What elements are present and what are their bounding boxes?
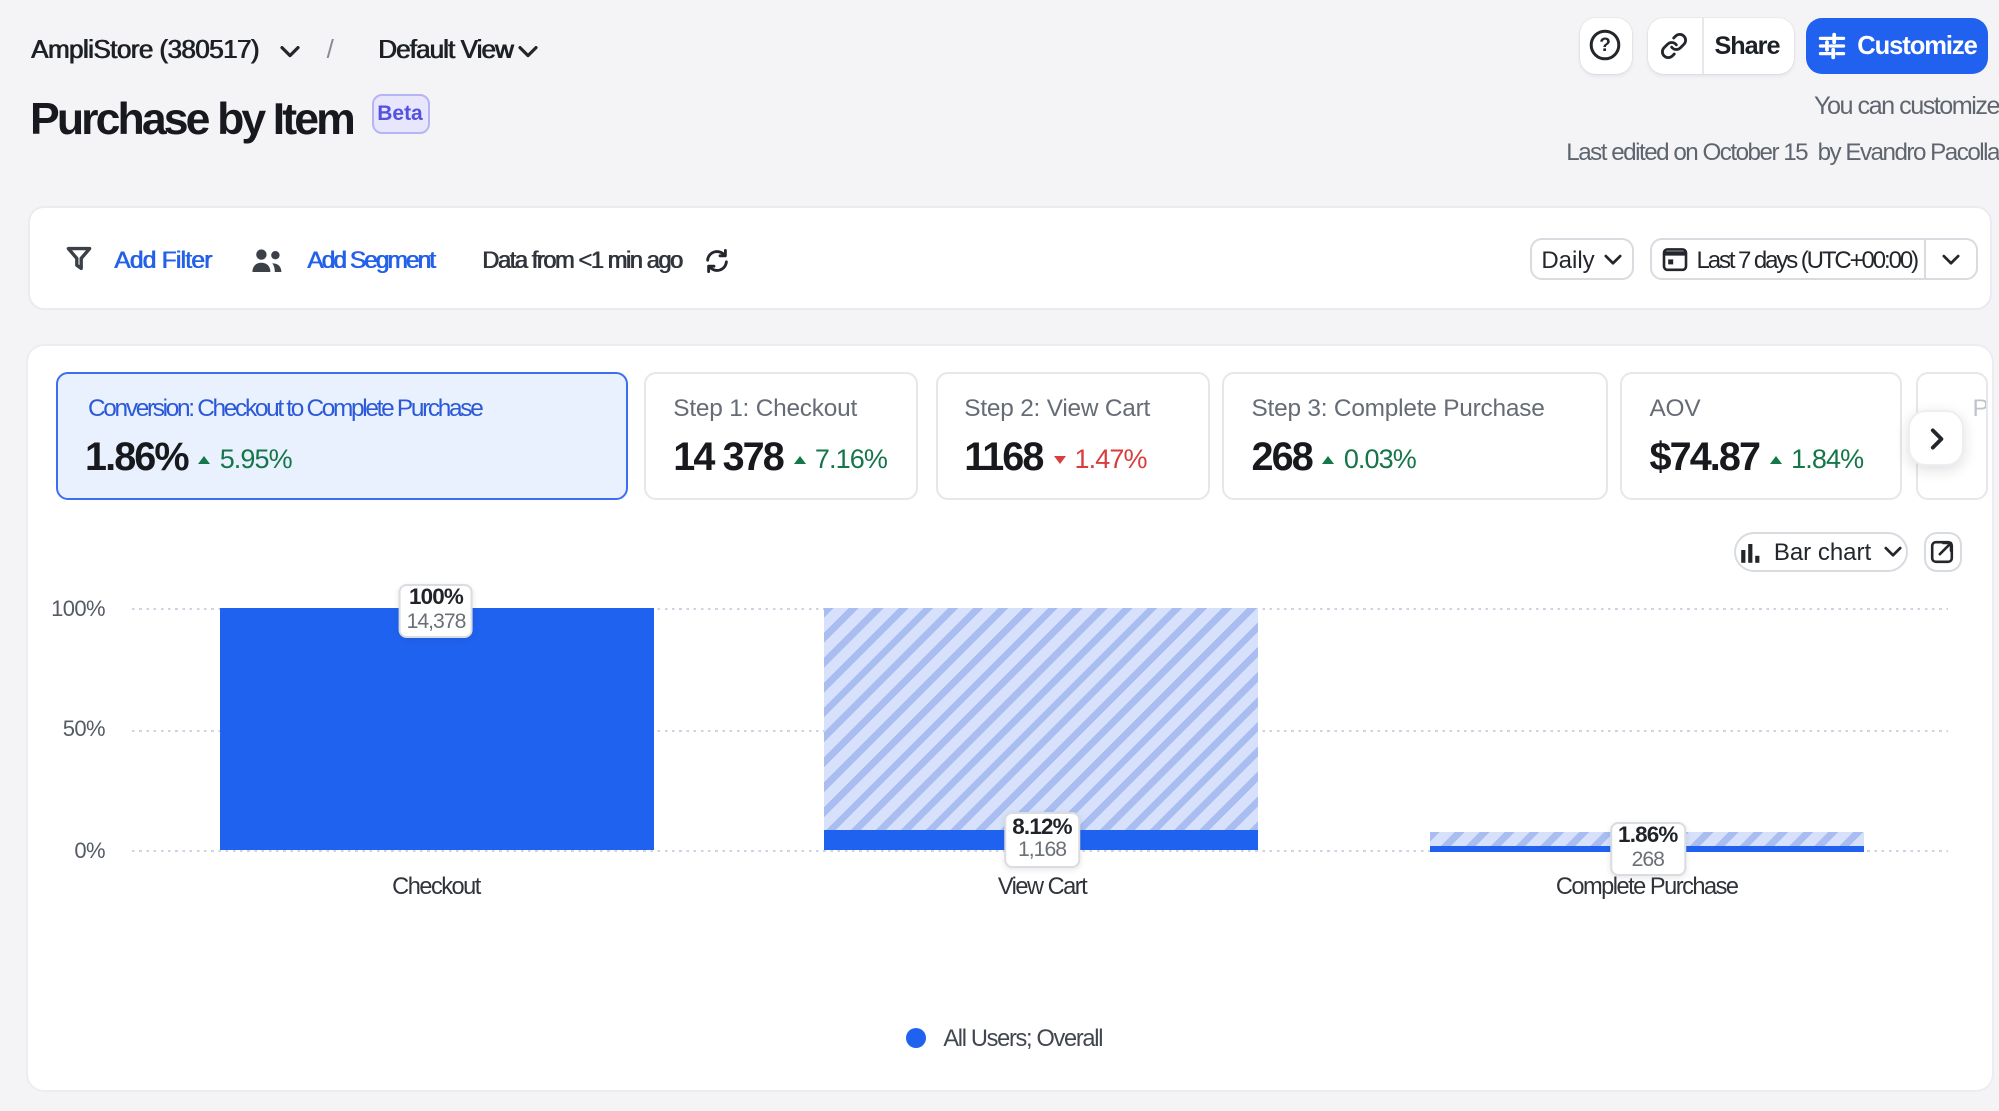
svg-text:?: ? <box>1600 36 1612 57</box>
